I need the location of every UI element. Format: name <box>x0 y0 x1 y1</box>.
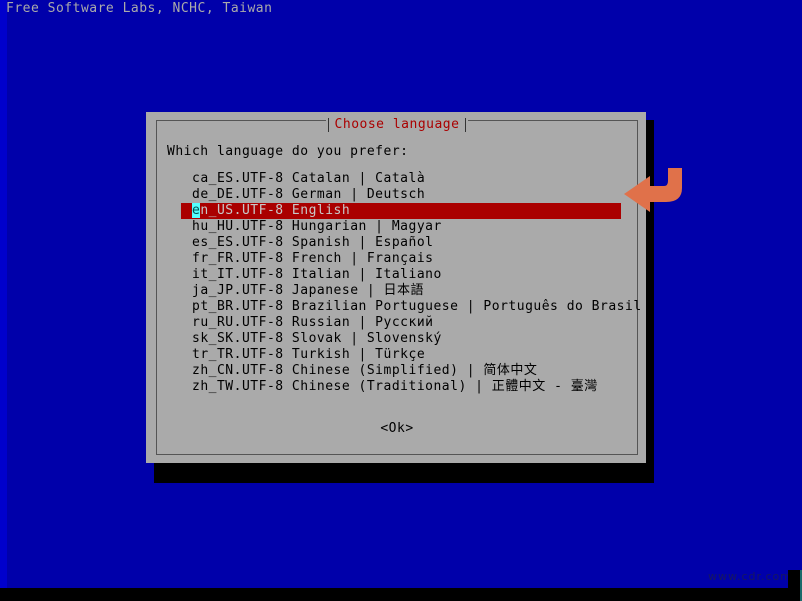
language-list-item-label: es_ES.UTF-8 Spanish | Español <box>192 235 434 250</box>
language-list-item[interactable]: zh_TW.UTF-8 Chinese (Traditional) | 正體中文… <box>181 379 621 395</box>
language-list-item-label: it_IT.UTF-8 Italian | Italiano <box>192 267 442 282</box>
language-list-item[interactable]: ru_RU.UTF-8 Russian | Русский <box>181 315 621 331</box>
dialog-title: Choose language <box>325 117 469 133</box>
language-list-item[interactable]: hu_HU.UTF-8 Hungarian | Magyar <box>181 219 621 235</box>
language-list-item-label: pt_BR.UTF-8 Brazilian Portuguese | Portu… <box>192 299 642 314</box>
language-list-item-label: ca_ES.UTF-8 Catalan | Català <box>192 171 426 186</box>
language-list-item-label: zh_CN.UTF-8 Chinese (Simplified) | 简体中文 <box>192 363 538 378</box>
language-list-item[interactable]: en_US.UTF-8 English <box>181 203 621 219</box>
language-list-item-label: de_DE.UTF-8 German | Deutsch <box>192 187 426 202</box>
screen-left-edge-strip <box>0 0 7 601</box>
language-list-item[interactable]: es_ES.UTF-8 Spanish | Español <box>181 235 621 251</box>
language-list-item[interactable]: sk_SK.UTF-8 Slovak | Slovenský <box>181 331 621 347</box>
language-list-item-label: n_US.UTF-8 English <box>200 203 351 218</box>
language-list-item-label: ja_JP.UTF-8 Japanese | 日本語 <box>192 283 425 298</box>
arrow-annotation-icon <box>620 166 692 222</box>
language-list-item-label: ru_RU.UTF-8 Russian | Русский <box>192 315 434 330</box>
language-list-item-label: zh_TW.UTF-8 Chinese (Traditional) | 正體中文… <box>192 379 598 394</box>
language-list-item[interactable]: tr_TR.UTF-8 Turkish | Türkçe <box>181 347 621 363</box>
language-list-item[interactable]: it_IT.UTF-8 Italian | Italiano <box>181 267 621 283</box>
watermark-text: www.cdr.com <box>707 570 792 583</box>
language-list-item-label: sk_SK.UTF-8 Slovak | Slovenský <box>192 331 442 346</box>
language-list-item[interactable]: ja_JP.UTF-8 Japanese | 日本語 <box>181 283 621 299</box>
screen-bottom-bar <box>0 588 802 601</box>
language-list[interactable]: ca_ES.UTF-8 Catalan | Català de_DE.UTF-8 … <box>181 171 641 395</box>
language-list-item[interactable]: fr_FR.UTF-8 French | Français <box>181 251 621 267</box>
choose-language-dialog: Choose language Which language do you pr… <box>146 112 646 463</box>
boot-installer-screen: Free Software Labs, NCHC, Taiwan Choose … <box>0 0 802 601</box>
language-list-item-label: hu_HU.UTF-8 Hungarian | Magyar <box>192 219 442 234</box>
dialog-prompt-text: Which language do you prefer: <box>167 144 409 159</box>
header-banner-text: Free Software Labs, NCHC, Taiwan <box>6 1 273 16</box>
dialog-border: Choose language Which language do you pr… <box>156 117 641 455</box>
dialog-title-bar: Choose language <box>157 117 637 141</box>
language-list-item[interactable]: zh_CN.UTF-8 Chinese (Simplified) | 简体中文 <box>181 363 621 379</box>
ok-button[interactable]: <Ok> <box>157 421 637 437</box>
language-list-item[interactable]: pt_BR.UTF-8 Brazilian Portuguese | Portu… <box>181 299 641 315</box>
language-list-item[interactable]: ca_ES.UTF-8 Catalan | Català <box>181 171 621 187</box>
language-list-item-label: tr_TR.UTF-8 Turkish | Türkçe <box>192 347 426 362</box>
language-list-item-label: fr_FR.UTF-8 French | Français <box>192 251 434 266</box>
language-list-item[interactable]: de_DE.UTF-8 German | Deutsch <box>181 187 621 203</box>
